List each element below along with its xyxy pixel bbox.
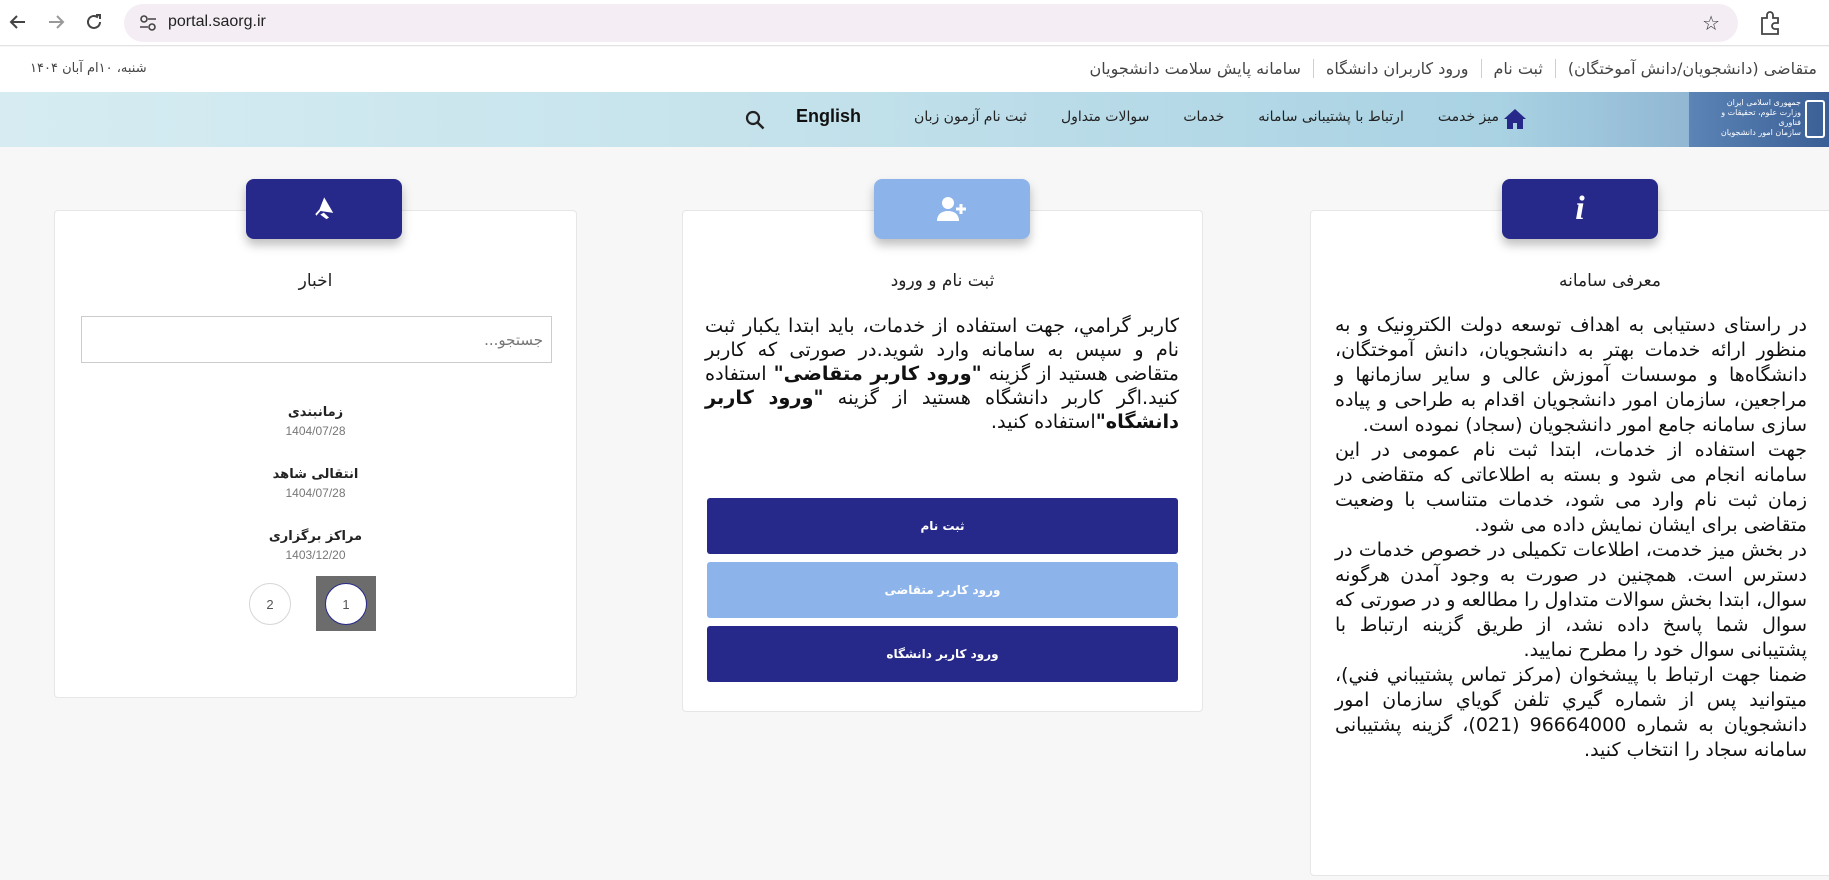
- site-settings-icon[interactable]: [138, 13, 158, 33]
- logo-line-3: سازمان امور دانشجویان: [1720, 128, 1801, 137]
- top-link-university-login[interactable]: ورود کاربران دانشگاه: [1312, 59, 1481, 78]
- register-login-card: ثبت نام و ورود کاربر گرامي، جهت استفاده …: [682, 179, 1203, 712]
- logo-line-2: وزارت علوم، تحقیقات و فناوری: [1721, 108, 1801, 127]
- nav-item-services[interactable]: خدمات: [1183, 109, 1224, 125]
- news-item-title[interactable]: انتقالی شاهد: [55, 467, 576, 482]
- card-title-register: ثبت نام و ورود: [890, 271, 995, 291]
- register-button[interactable]: ثبت نام: [707, 498, 1178, 554]
- intro-paragraph: جهت استفاده از خدمات، ابتدا ثبت نام عموم…: [1335, 439, 1807, 536]
- register-text-bold: "ورود کاربر متقاضی": [773, 362, 982, 385]
- register-description: کاربر گرامي، جهت استفاده از خدمات، باید …: [705, 314, 1179, 434]
- news-item[interactable]: انتقالی شاهد 1404/07/28: [55, 467, 576, 500]
- english-language-link[interactable]: English: [796, 106, 861, 127]
- nav-item-support[interactable]: ارتباط با پشتیبانی سامانه: [1258, 109, 1404, 125]
- news-item-title[interactable]: زمانبندی: [55, 405, 576, 420]
- address-bar[interactable]: portal.saorg.ir ☆: [124, 4, 1738, 42]
- search-icon[interactable]: [744, 109, 766, 131]
- applicant-login-button[interactable]: ورود کاربر متقاضی: [707, 562, 1178, 618]
- news-search-input[interactable]: [82, 317, 551, 362]
- news-item-title[interactable]: مراکز برگزاری: [55, 529, 576, 544]
- system-intro-card: i معرفی سامانه در راستای دستیابی به اهدا…: [1310, 179, 1829, 876]
- add-user-icon: [937, 197, 966, 221]
- news-search-box[interactable]: [81, 316, 552, 363]
- top-info-bar: شنبه، ۱۰ام آبان ۱۴۰۴ متقاضی (دانشجویان/د…: [0, 47, 1829, 92]
- nav-item-language-exam[interactable]: ثبت نام آزمون زبان: [914, 109, 1027, 125]
- intro-text: در راستای دستیابی به اهداف توسعه دولت ال…: [1335, 313, 1807, 763]
- intro-paragraph: در بخش میز خدمت، اطلاعات تکمیلی در خصوص …: [1335, 539, 1807, 661]
- logo-line-1: جمهوری اسلامی ایران: [1726, 98, 1801, 107]
- back-icon[interactable]: [4, 8, 32, 36]
- home-icon[interactable]: [1502, 106, 1528, 132]
- top-link-applicant[interactable]: متقاضی (دانشجویان/دانش آموختگان): [1554, 59, 1829, 78]
- reload-icon[interactable]: [80, 8, 108, 36]
- register-text-part: استفاده کنید.: [990, 410, 1096, 433]
- extensions-icon[interactable]: [1757, 10, 1783, 36]
- news-item-date: 1403/12/20: [285, 548, 346, 562]
- browser-toolbar: portal.saorg.ir ☆: [0, 0, 1829, 46]
- bookmark-star-icon[interactable]: ☆: [1702, 11, 1720, 35]
- news-item-date: 1404/07/28: [285, 486, 346, 500]
- main-navigation: جمهوری اسلامی ایران وزارت علوم، تحقیقات …: [0, 92, 1829, 147]
- intro-paragraph: ضمنا جهت ارتباط با پیشخوان (مرکز تماس پش…: [1335, 664, 1807, 761]
- info-icon: i: [1575, 190, 1585, 227]
- intro-paragraph: در راستای دستیابی به اهداف توسعه دولت ال…: [1335, 314, 1807, 436]
- news-item-date: 1404/07/28: [285, 424, 346, 438]
- logo-emblem-icon: [1805, 100, 1825, 138]
- forward-icon[interactable]: [42, 8, 70, 36]
- top-link-health-monitoring[interactable]: سامانه پایش سلامت دانشجویان: [1078, 59, 1313, 78]
- top-link-register[interactable]: ثبت نام: [1480, 59, 1555, 78]
- megaphone-icon: [315, 197, 334, 220]
- top-links: متقاضی (دانشجویان/دانش آموختگان) ثبت نام…: [1078, 59, 1829, 78]
- info-tab: i: [1502, 179, 1658, 239]
- nav-menu: میز خدمت ارتباط با پشتیبانی سامانه خدمات…: [914, 109, 1499, 125]
- news-item[interactable]: مراکز برگزاری 1403/12/20: [55, 529, 576, 562]
- pagination-page-2[interactable]: 2: [249, 583, 291, 625]
- news-item[interactable]: زمانبندی 1404/07/28: [55, 405, 576, 438]
- card-title-news: اخبار: [298, 271, 333, 291]
- news-tab: [246, 179, 402, 239]
- card-title-intro: معرفی سامانه: [1559, 271, 1661, 291]
- pagination-page-1[interactable]: 1: [325, 583, 367, 625]
- ministry-logo[interactable]: جمهوری اسلامی ایران وزارت علوم، تحقیقات …: [1689, 92, 1829, 147]
- url-text[interactable]: portal.saorg.ir: [168, 13, 266, 31]
- nav-item-service-desk[interactable]: میز خدمت: [1438, 109, 1499, 125]
- current-date: شنبه، ۱۰ام آبان ۱۴۰۴: [30, 61, 147, 76]
- university-login-button[interactable]: ورود کاربر دانشگاه: [707, 626, 1178, 682]
- news-card: اخبار زمانبندی 1404/07/28 انتقالی شاهد 1…: [54, 179, 577, 698]
- register-tab: [874, 179, 1030, 239]
- nav-item-faq[interactable]: سوالات متداول: [1061, 109, 1149, 125]
